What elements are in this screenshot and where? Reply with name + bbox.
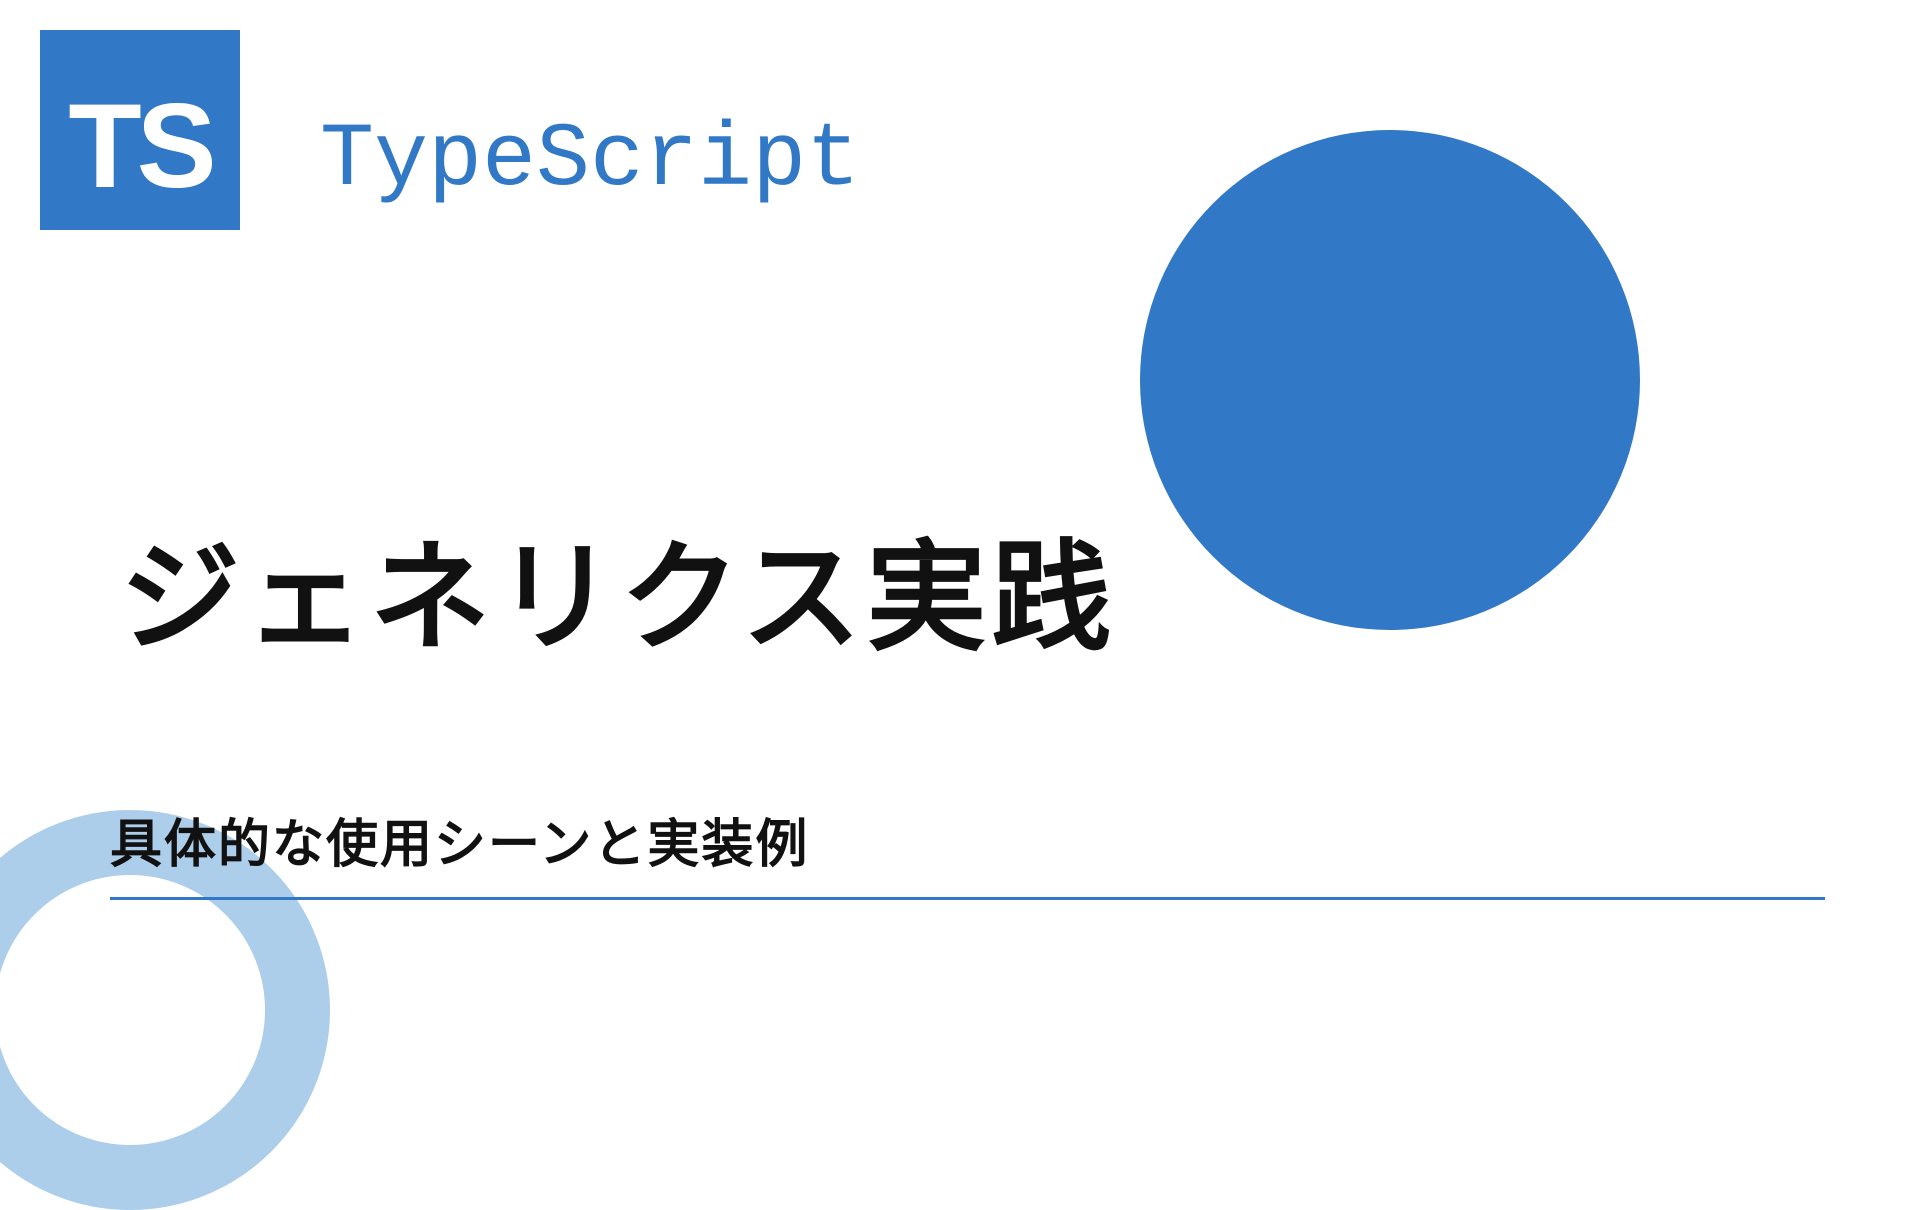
brand-name: TypeScript [320, 110, 860, 212]
slide-container: TS TypeScript ジェネリクス実践 具体的な使用シーンと実装例 [0, 0, 1920, 1080]
subtitle-area: 具体的な使用シーンと実装例 [110, 802, 1825, 900]
typescript-logo-badge: TS [40, 30, 240, 230]
subtitle: 具体的な使用シーンと実装例 [110, 802, 1825, 892]
divider-line [110, 897, 1825, 900]
main-title: ジェネリクス実践 [120, 500, 1116, 674]
decorative-circle-large [1140, 130, 1640, 630]
logo-badge-text: TS [68, 77, 211, 215]
